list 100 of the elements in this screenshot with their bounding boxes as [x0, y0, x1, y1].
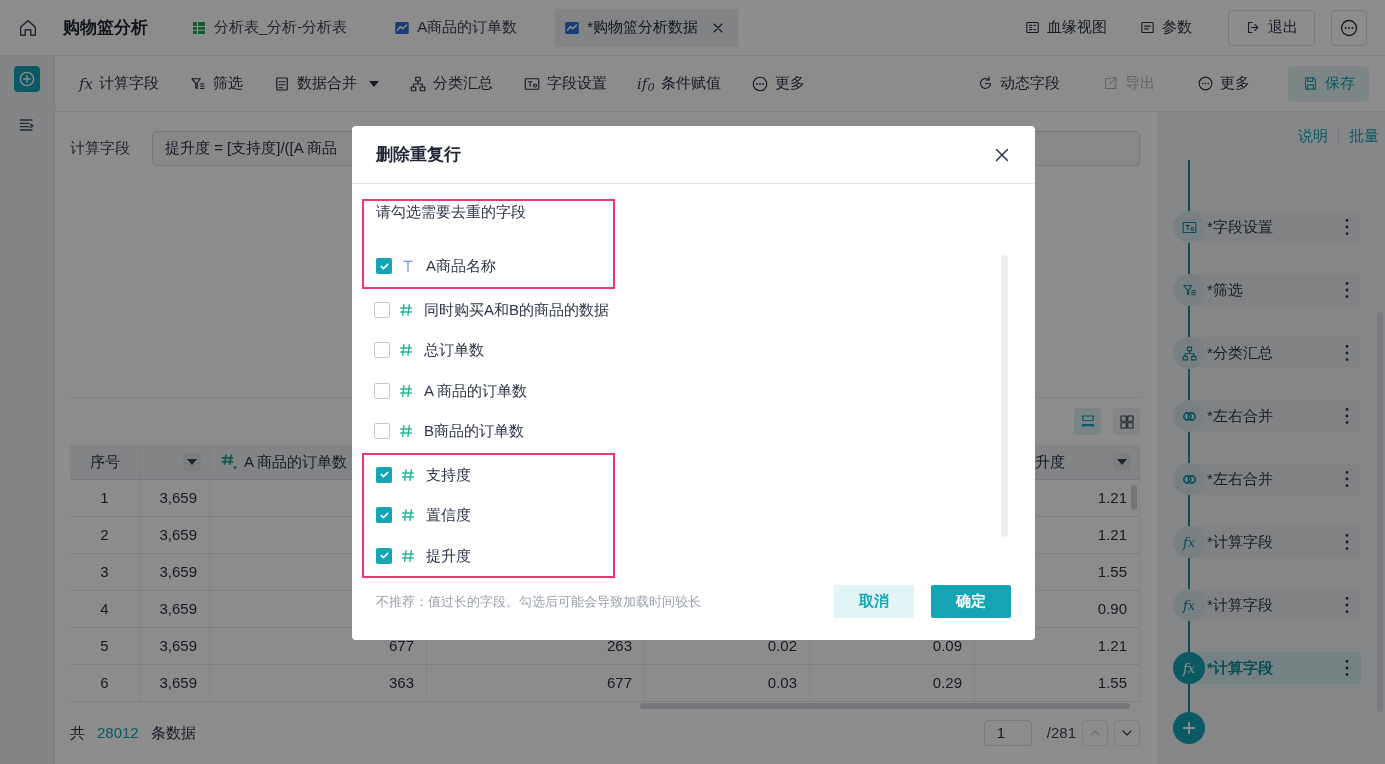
tab[interactable]: 分析表_分析-分析表	[182, 8, 356, 47]
add-icon	[17, 69, 37, 89]
confirm-button[interactable]: 确定	[931, 585, 1011, 618]
tab-label: A商品的订单数	[417, 17, 518, 38]
kebab-menu-icon	[1345, 408, 1349, 424]
table-cell-text: 6	[100, 672, 109, 693]
plus-icon	[1180, 719, 1198, 737]
save-icon	[1302, 75, 1319, 92]
kebab-menu-icon	[1345, 345, 1349, 361]
toolbar-button[interactable]: 参数	[1131, 9, 1200, 46]
column-header: 序号	[89, 451, 120, 472]
toolbar-button[interactable]: 数据合并	[273, 72, 379, 95]
add-button[interactable]	[14, 66, 40, 92]
kebab-menu-icon	[1345, 597, 1349, 613]
add-step-button[interactable]	[1173, 712, 1205, 744]
kebab-menu-icon	[1345, 534, 1349, 550]
tab-label: *购物篮分析数据	[587, 17, 699, 38]
record-count-text: 共 28012 条数据	[70, 722, 196, 743]
field-option-label: 提升度	[426, 545, 471, 566]
toolbar-button[interactable]: 筛选	[189, 72, 243, 95]
step-label: *计算字段	[1207, 594, 1274, 615]
step-label: *左右合并	[1207, 468, 1274, 489]
column-filter-button[interactable]	[183, 453, 201, 471]
column-header: A 商品的订单数	[244, 451, 348, 472]
caret-icon	[369, 80, 379, 87]
field-option-label: B商品的订单数	[424, 421, 524, 441]
table-cell-text: 5	[100, 635, 109, 656]
toolbar-button[interactable]: if$_{0}$ 条件赋值	[637, 72, 721, 95]
table-cell-text: 3,659	[159, 524, 197, 545]
field-option-label: A商品名称	[426, 256, 496, 276]
checkbox[interactable]	[374, 423, 390, 440]
step-label: *分类汇总	[1207, 342, 1274, 363]
column-filter-button[interactable]	[1113, 453, 1131, 471]
checkbox[interactable]	[376, 547, 392, 564]
table-cell-text: 1.55	[1097, 561, 1127, 582]
column-header: 升度	[1035, 451, 1065, 472]
table-cell-text: 0.02	[767, 635, 797, 656]
checkbox[interactable]	[376, 258, 392, 275]
checkbox[interactable]	[374, 382, 390, 399]
view-toggle[interactable]	[1113, 408, 1140, 435]
toolbar-button[interactable]: 退出	[1228, 9, 1315, 46]
formula-icon: fx	[79, 74, 93, 93]
toolbar-button[interactable]: 更多	[750, 72, 805, 95]
checkbox[interactable]	[374, 301, 390, 318]
lineage-icon	[1024, 19, 1041, 36]
hash-icon	[400, 507, 416, 524]
more-icon	[750, 74, 769, 93]
table-cell-text: 677	[388, 635, 414, 656]
toolbar-button[interactable]: 更多	[1193, 65, 1254, 102]
cancel-button[interactable]: 取消	[834, 585, 914, 618]
tab[interactable]: A商品的订单数	[385, 8, 526, 47]
text-type-icon	[400, 258, 416, 275]
table-cell-text: 2	[100, 524, 109, 545]
toolbar-button[interactable]: 分类汇总	[409, 72, 493, 95]
export-icon	[1102, 75, 1119, 92]
checkbox[interactable]	[374, 342, 390, 359]
field-option-label: 支持度	[426, 464, 471, 485]
kebab-menu-icon	[1345, 282, 1349, 298]
toolbar-button[interactable]: fx 计算字段	[79, 72, 159, 95]
kebab-menu-icon	[1345, 219, 1349, 235]
table-cell-text: 0.29	[932, 672, 962, 693]
refresh-icon	[977, 75, 994, 92]
app-title: 购物篮分析	[63, 16, 148, 39]
table-cell-text: 3,659	[159, 672, 197, 693]
hash-icon	[400, 547, 416, 564]
hash-sort-icon	[220, 453, 238, 471]
hash-icon	[400, 466, 416, 483]
field-option-label: 置信度	[426, 505, 471, 525]
table-cell-text: 0.03	[767, 672, 797, 693]
toolbar-button[interactable]: 动态字段	[973, 65, 1064, 102]
view-toggle[interactable]	[1074, 408, 1101, 435]
vertical-scrollbar[interactable]	[1131, 485, 1137, 510]
kebab-menu-icon	[1345, 660, 1349, 676]
toolbar-button[interactable]: 字段设置	[523, 72, 607, 95]
table-cell-text: 1	[100, 487, 109, 508]
tab[interactable]: *购物篮分析数据	[555, 8, 739, 47]
checkbox[interactable]	[376, 507, 392, 524]
caret-icon	[187, 459, 197, 465]
table-cell-text: 263	[606, 635, 632, 656]
kebab-menu-icon	[1345, 471, 1349, 487]
step-label: *筛选	[1207, 279, 1244, 300]
checkbox[interactable]	[376, 466, 392, 483]
more-button[interactable]	[1331, 9, 1367, 46]
table-cell-text: 1.55	[1097, 672, 1127, 693]
step-label: *左右合并	[1207, 405, 1274, 426]
horizontal-scrollbar[interactable]	[640, 703, 1130, 709]
table-cell-text: 1.21	[1097, 524, 1127, 545]
field-option-label: 同时购买A和B的商品的数据	[424, 299, 609, 320]
hash-icon	[398, 382, 414, 399]
next-page-button[interactable]	[1114, 720, 1140, 746]
page-input[interactable]: 1	[983, 720, 1032, 746]
field-option-label: A 商品的订单数	[424, 380, 528, 401]
table-cell-text: 3,659	[159, 598, 197, 619]
dialog-prompt: 请勾选需要去重的字段	[376, 203, 526, 220]
toolbar-button[interactable]: 血缘视图	[1016, 9, 1115, 46]
table-cell-text: 3,659	[159, 561, 197, 582]
table-cell-text: 0.09	[932, 635, 962, 656]
hierarchy-icon	[409, 74, 427, 93]
table-cell-text: 1.21	[1097, 487, 1127, 508]
grid-layout-icon	[1117, 412, 1136, 431]
